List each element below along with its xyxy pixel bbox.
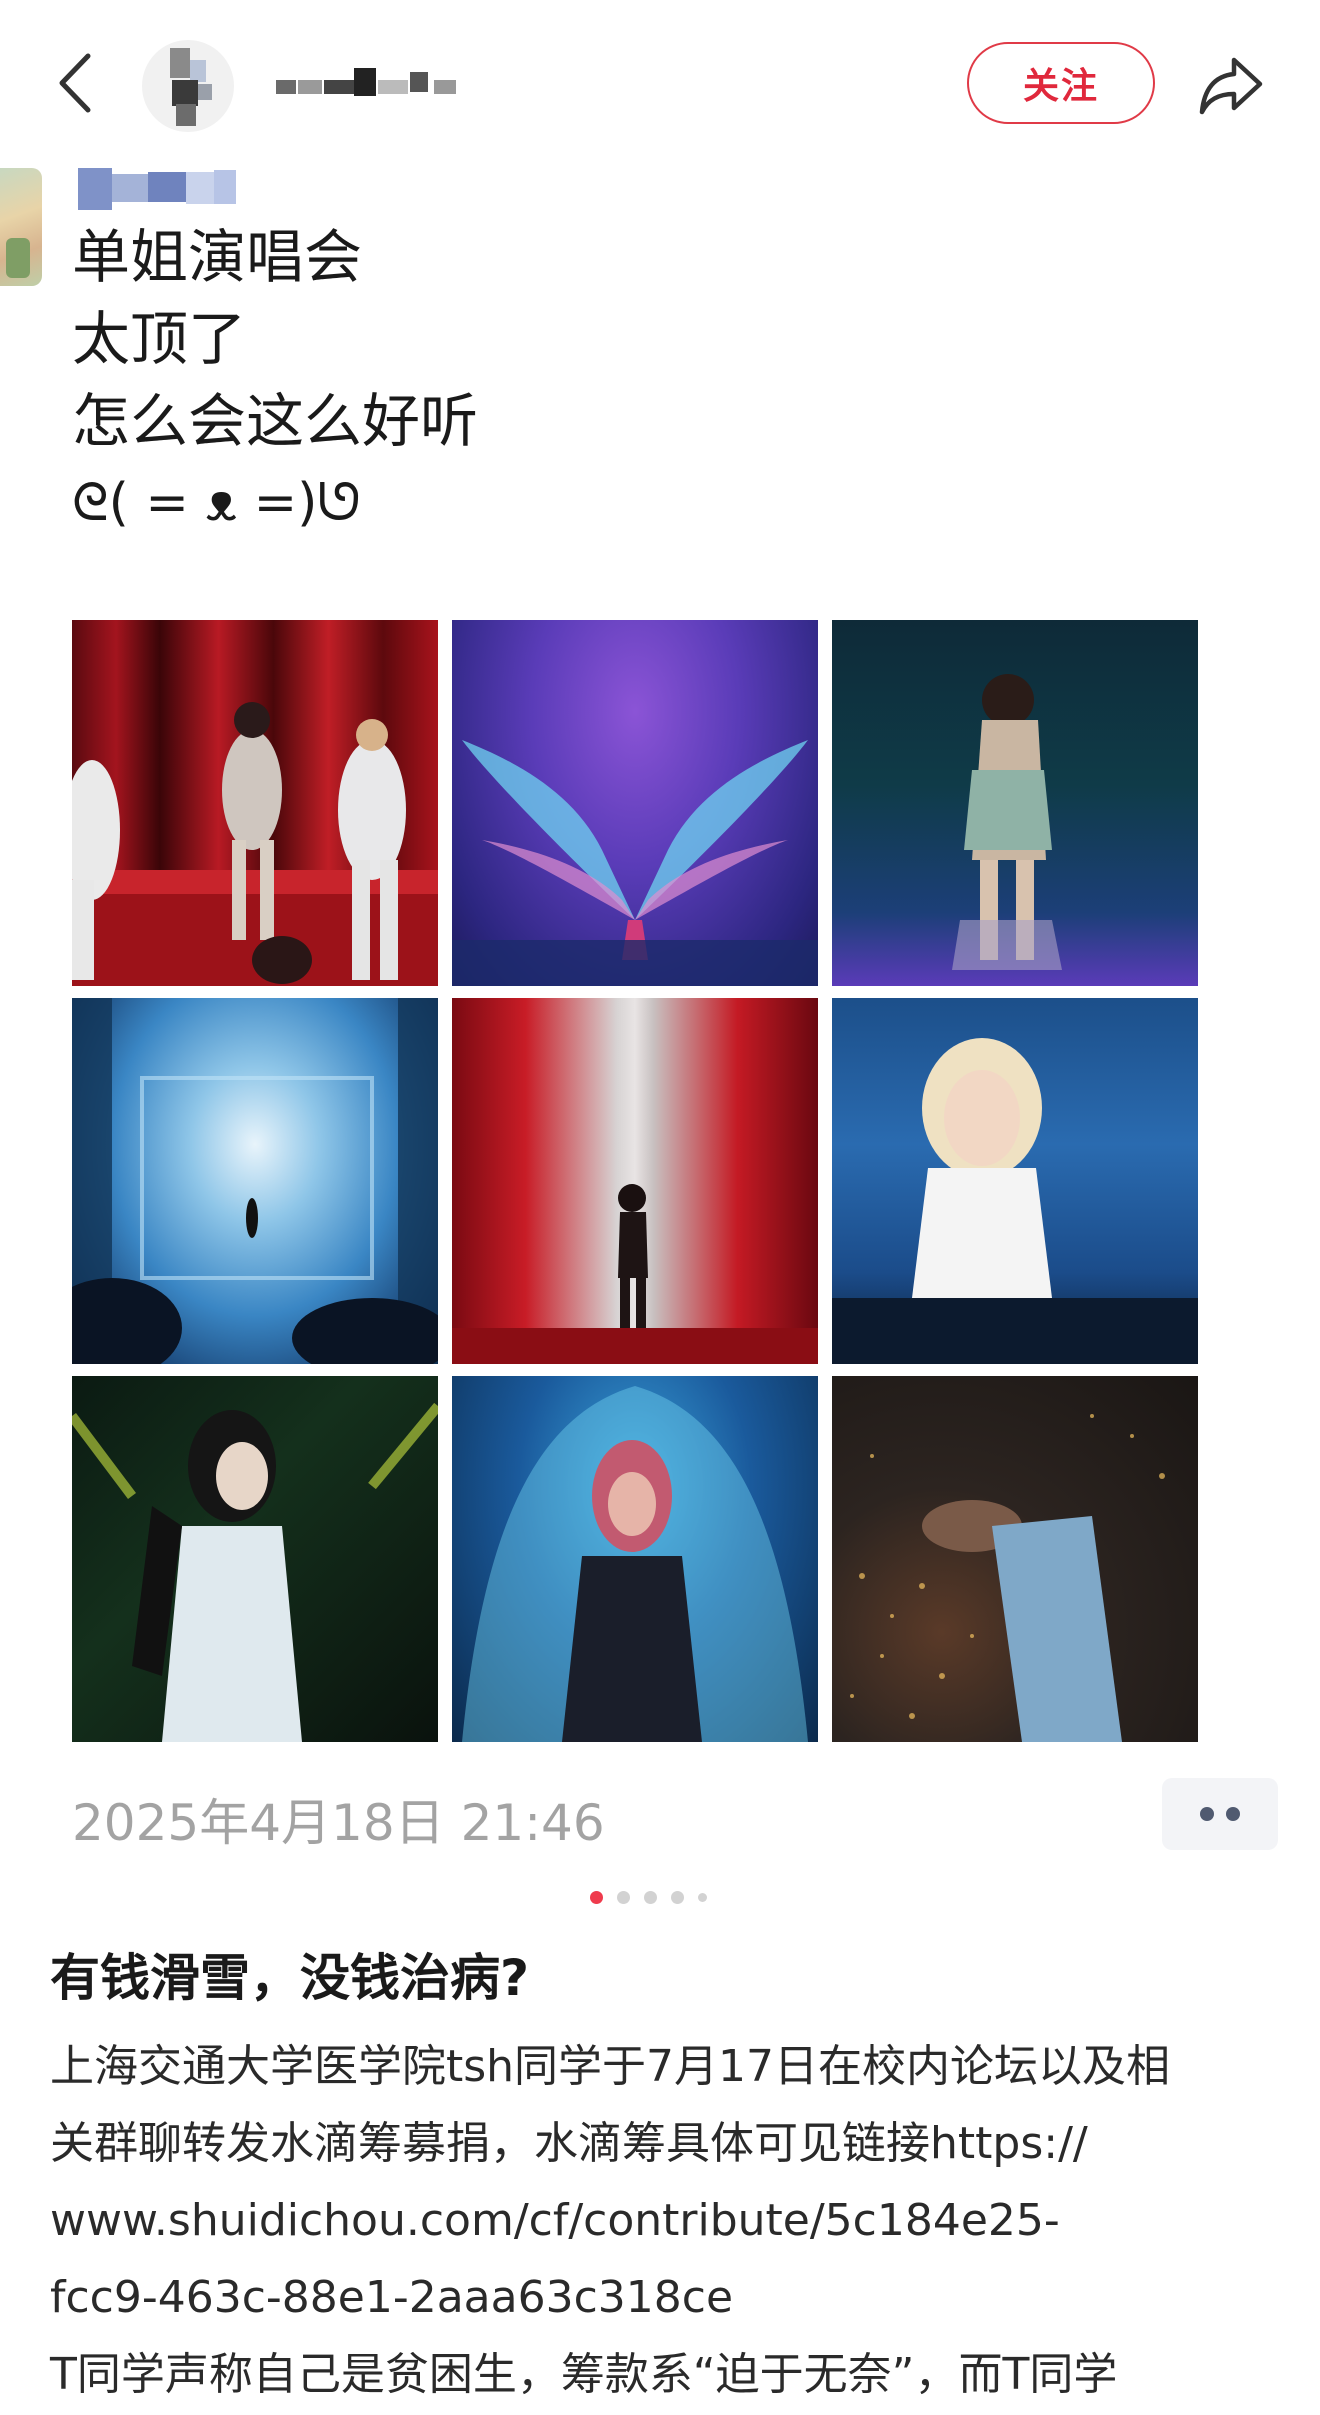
article-line: 关群聊转发水滴筹募捐，水滴筹具体可见链接https://	[50, 2118, 1088, 2169]
carousel-dot[interactable]	[671, 1890, 684, 1904]
concert-photo-5[interactable]	[452, 998, 818, 1364]
carousel-dot[interactable]	[617, 1890, 630, 1904]
previous-post-thumbnail[interactable]	[0, 168, 42, 286]
concert-photo-2[interactable]	[452, 620, 818, 986]
more-options-button[interactable]	[1162, 1778, 1278, 1850]
follow-button[interactable]: 关注	[967, 42, 1155, 124]
carousel-dot[interactable]	[590, 1890, 603, 1904]
article-body: 上海交通大学医学院tsh同学于7月17日在校内论坛以及相 关群聊转发水滴筹募捐，…	[50, 2028, 1290, 2413]
author-name-blurred[interactable]	[268, 60, 468, 108]
share-button[interactable]	[1196, 50, 1266, 120]
post-text: 单姐演唱会 太顶了 怎么会这么好听 ᘓ( = ᴥ =)ᘎ	[72, 228, 972, 556]
carousel-indicator	[590, 1888, 707, 1906]
carousel-dot[interactable]	[698, 1892, 707, 1902]
concert-photo-9[interactable]	[832, 1376, 1198, 1742]
carousel-dot[interactable]	[644, 1890, 657, 1904]
photo-grid	[72, 620, 1198, 1742]
post-line: 怎么会这么好听	[72, 387, 479, 455]
quoted-user-blurred	[78, 168, 258, 210]
article-line: fcc9-463c-88e1-2aaa63c318ce	[50, 2272, 734, 2323]
concert-photo-1[interactable]	[72, 620, 438, 986]
post-emoticon: ᘓ( = ᴥ =)ᘎ	[72, 473, 361, 533]
post-line: 太顶了	[72, 305, 247, 373]
concert-photo-4[interactable]	[72, 998, 438, 1364]
author-avatar[interactable]	[142, 40, 234, 132]
concert-photo-7[interactable]	[72, 1376, 438, 1742]
concert-photo-6[interactable]	[832, 998, 1198, 1364]
post-line: 单姐演唱会	[72, 223, 363, 291]
top-bar: 关注	[0, 0, 1320, 165]
more-dot-icon	[1226, 1807, 1240, 1821]
article-line: 上海交通大学医学院tsh同学于7月17日在校内论坛以及相	[50, 2041, 1171, 2092]
back-button[interactable]	[52, 48, 98, 118]
article-line: T同学声称自己是贫困生，筹款系“迫于无奈”，而T同学	[50, 2349, 1118, 2400]
article-line: www.shuidichou.com/cf/contribute/5c184e2…	[50, 2195, 1060, 2246]
concert-photo-3[interactable]	[832, 620, 1198, 986]
more-dot-icon	[1200, 1807, 1214, 1821]
share-arrow-icon	[1199, 57, 1263, 115]
post-timestamp: 2025年4月18日 21:46	[72, 1794, 605, 1852]
article-title: 有钱滑雪，没钱治病?	[50, 1949, 530, 2007]
concert-photo-8[interactable]	[452, 1376, 818, 1742]
chevron-left-icon	[59, 53, 91, 113]
